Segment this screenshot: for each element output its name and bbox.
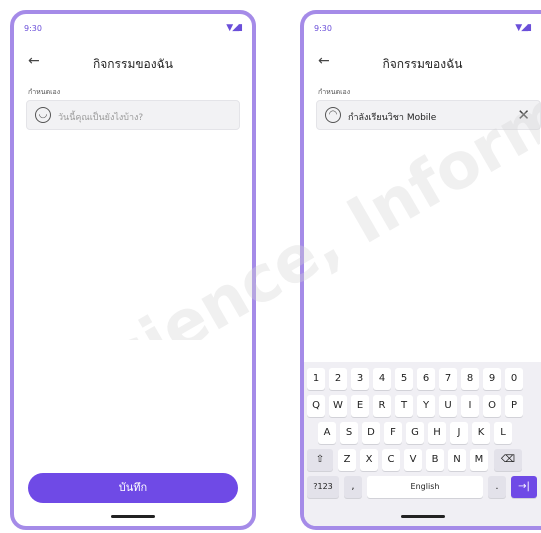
key-a[interactable]: A [318,422,336,444]
key-z[interactable]: Z [338,449,356,471]
keyboard-row-bottom: ?123 , English . →| [304,476,541,498]
key-c[interactable]: C [382,449,400,471]
key-o[interactable]: O [483,395,501,417]
key-m[interactable]: M [470,449,488,471]
key-p[interactable]: P [505,395,523,417]
key-i[interactable]: I [461,395,479,417]
phone-screen-left: 9:30 ▼◢▮ ← กิจกรรมของฉัน กำหนดเอง ◡ วันน… [10,10,256,530]
status-time: 9:30 [24,24,42,33]
shift-key-icon[interactable]: ⇧ [307,449,333,471]
backspace-key-icon[interactable]: ⌫ [494,449,522,471]
section-label: กำหนดเอง [318,88,351,96]
keyboard-row-numbers: 1 2 3 4 5 6 7 8 9 0 [304,368,541,390]
app-bar: ← กิจกรรมของฉัน [14,50,252,76]
key-g[interactable]: G [406,422,424,444]
key-k[interactable]: K [472,422,490,444]
key-w[interactable]: W [329,395,347,417]
key-9[interactable]: 9 [483,368,501,390]
page-title: กิจกรรมของฉัน [382,57,463,71]
on-screen-keyboard: 1 2 3 4 5 6 7 8 9 0 Q W E R T Y U I O P … [304,362,541,526]
key-n[interactable]: N [448,449,466,471]
save-button[interactable]: บันทึก [28,473,238,503]
key-l[interactable]: L [494,422,512,444]
page-title: กิจกรรมของฉัน [92,57,173,71]
section-label: กำหนดเอง [28,88,61,96]
space-key[interactable]: English [367,476,483,498]
clear-icon[interactable]: ✕ [517,106,530,124]
home-indicator[interactable] [400,515,445,518]
status-time: 9:30 [314,24,332,33]
period-key[interactable]: . [488,476,506,498]
keyboard-row-zxcv: ⇧ Z X C V B N M ⌫ [304,449,541,471]
signal-battery-icon: ▼◢▮ [515,23,532,33]
key-f[interactable]: F [384,422,402,444]
activity-input-value: กำลังเรียนวิชา Mobile [348,113,437,123]
phone-screen-right: 9:30 ▼◢▮ ← กิจกรรมของฉัน กำหนดเอง ◠ กำลั… [300,10,541,530]
key-h[interactable]: H [428,422,446,444]
keyboard-row-qwerty: Q W E R T Y U I O P [304,395,541,417]
key-3[interactable]: 3 [351,368,369,390]
status-bar: 9:30 ▼◢▮ [314,22,532,36]
key-8[interactable]: 8 [461,368,479,390]
smiley-icon[interactable]: ◡ [35,107,51,123]
key-y[interactable]: Y [417,395,435,417]
key-r[interactable]: R [373,395,391,417]
key-b[interactable]: B [426,449,444,471]
symbols-key[interactable]: ?123 [307,476,339,498]
enter-key-icon[interactable]: →| [511,476,537,498]
key-x[interactable]: X [360,449,378,471]
key-s[interactable]: S [340,422,358,444]
activity-input-placeholder: วันนี้คุณเป็นยังไงบ้าง? [58,113,144,123]
key-t[interactable]: T [395,395,413,417]
key-v[interactable]: V [404,449,422,471]
key-2[interactable]: 2 [329,368,347,390]
signal-battery-icon: ▼◢▮ [226,23,243,33]
activity-input[interactable]: ◠ กำลังเรียนวิชา Mobile ✕ [316,100,541,130]
keyboard-row-asdf: A S D F G H J K L [304,422,541,444]
key-q[interactable]: Q [307,395,325,417]
key-0[interactable]: 0 [505,368,523,390]
key-u[interactable]: U [439,395,457,417]
app-bar: ← กิจกรรมของฉัน [304,50,541,76]
key-d[interactable]: D [362,422,380,444]
comma-key[interactable]: , [344,476,362,498]
key-e[interactable]: E [351,395,369,417]
home-indicator[interactable] [111,515,155,518]
status-bar: 9:30 ▼◢▮ [24,22,243,36]
key-j[interactable]: J [450,422,468,444]
key-5[interactable]: 5 [395,368,413,390]
key-6[interactable]: 6 [417,368,435,390]
activity-input[interactable]: ◡ วันนี้คุณเป็นยังไงบ้าง? [26,100,240,130]
key-1[interactable]: 1 [307,368,325,390]
key-7[interactable]: 7 [439,368,457,390]
emoji-icon[interactable]: ◠ [325,107,341,123]
key-4[interactable]: 4 [373,368,391,390]
